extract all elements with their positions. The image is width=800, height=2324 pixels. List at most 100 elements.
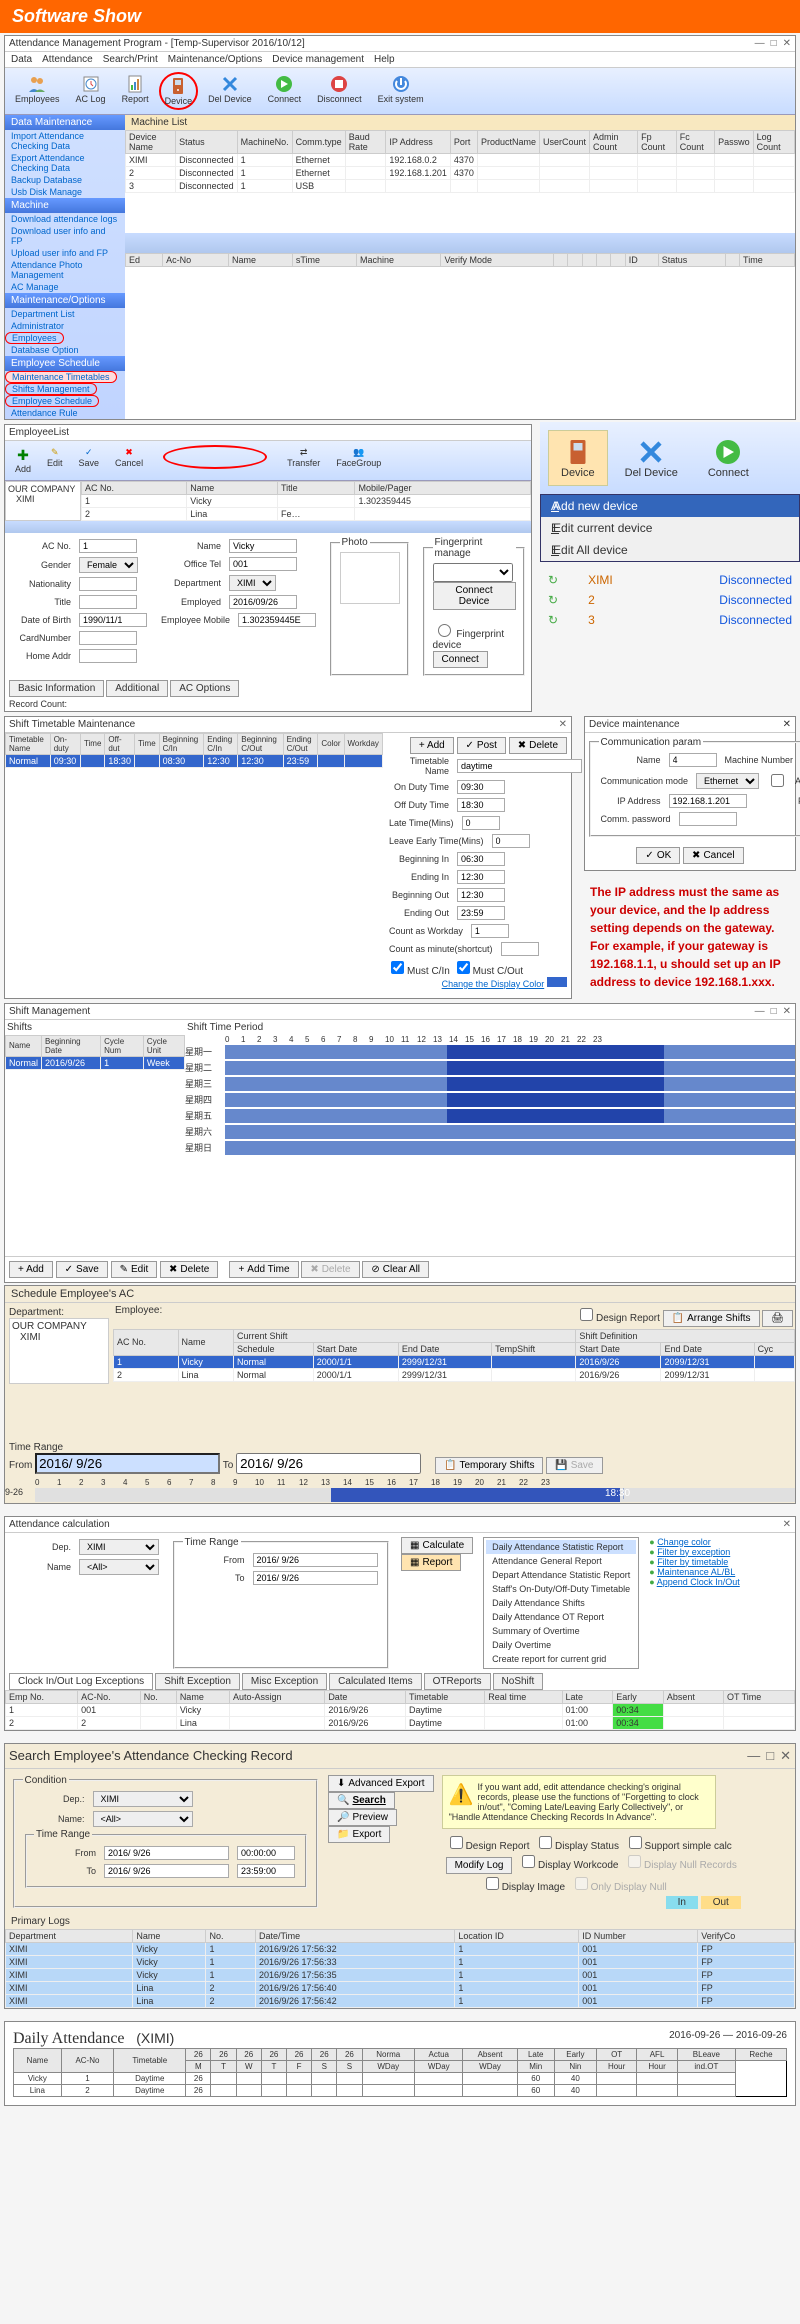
calc-from-input[interactable] — [253, 1553, 378, 1567]
connect-button[interactable]: Connect — [262, 72, 308, 110]
emp-edit-button[interactable]: ✎Edit — [41, 445, 69, 476]
dm-ok-button[interactable]: ✓ OK — [636, 847, 680, 864]
sm-edit-button[interactable]: ✎ Edit — [111, 1261, 158, 1278]
close-icon[interactable]: ✕ — [780, 1748, 791, 1764]
sidebar-admin[interactable]: Administrator — [5, 320, 125, 332]
late-input[interactable] — [462, 816, 500, 830]
sm-clear-button[interactable]: ⊘ Clear All — [362, 1261, 429, 1278]
emp-save-button[interactable]: ✓Save — [73, 445, 106, 476]
big-connect-button[interactable]: Connect — [695, 430, 762, 486]
modify-log-button[interactable]: Modify Log — [446, 1857, 513, 1874]
emp-add-button[interactable]: ✚Add — [9, 445, 37, 476]
s-name-select[interactable]: <All> — [93, 1811, 193, 1827]
gender-select[interactable]: Female — [79, 557, 138, 573]
machine-header[interactable]: Machine — [5, 198, 125, 213]
sidebar-att-rule[interactable]: Attendance Rule — [5, 407, 125, 419]
title-input[interactable] — [79, 595, 137, 609]
sac-to-input[interactable] — [236, 1453, 421, 1474]
temp-shifts-button[interactable]: 📋 Temporary Shifts — [435, 1457, 543, 1474]
fp-select[interactable] — [433, 563, 513, 582]
sidebar-db[interactable]: Database Option — [5, 344, 125, 356]
ot-input[interactable] — [229, 557, 297, 571]
design-check[interactable] — [450, 1836, 463, 1849]
sidebar-dept[interactable]: Department List — [5, 308, 125, 320]
le-input[interactable] — [492, 834, 530, 848]
sidebar-import[interactable]: Import Attendance Checking Data — [5, 130, 125, 152]
dept-select[interactable]: XIMI — [229, 575, 276, 591]
close-icon[interactable]: ✕ — [783, 1006, 791, 1017]
emp-trans-button[interactable]: ⇄Transfer — [281, 445, 326, 476]
device-button[interactable]: Device — [159, 72, 199, 110]
dob-input[interactable] — [79, 613, 147, 627]
close-icon[interactable]: ✕ — [559, 719, 567, 730]
disconnect-button[interactable]: Disconnect — [311, 72, 368, 110]
maximize-icon[interactable]: □ — [771, 38, 777, 49]
dm-name-input[interactable] — [669, 753, 717, 767]
sac-save-button[interactable]: 💾 Save — [546, 1457, 602, 1474]
sm-addtime-button[interactable]: + Add Time — [229, 1261, 298, 1278]
dm-pw-input[interactable] — [679, 812, 737, 826]
stt-add-button[interactable]: + Add — [410, 737, 454, 754]
exit-button[interactable]: Exit system — [372, 72, 430, 110]
close-icon[interactable]: ✕ — [783, 719, 791, 730]
menu-data[interactable]: Data — [11, 54, 32, 65]
cw-input[interactable] — [471, 924, 509, 938]
emp-company[interactable]: OUR COMPANY — [8, 484, 78, 494]
close-icon[interactable]: ✕ — [783, 38, 791, 49]
acno-input[interactable] — [79, 539, 137, 553]
mob-input[interactable] — [238, 613, 316, 627]
report-button[interactable]: ▦ Report — [401, 1554, 461, 1571]
emp-facegroup-button[interactable]: 👥FaceGroup — [330, 445, 387, 476]
calc-name-select[interactable]: <All> — [79, 1559, 159, 1575]
tab-basic[interactable]: Basic Information — [9, 680, 104, 697]
s-from-time[interactable] — [237, 1846, 295, 1860]
sidebar-ac-manage[interactable]: AC Manage — [5, 281, 125, 293]
minimize-icon[interactable]: — — [755, 38, 765, 49]
eo-input[interactable] — [457, 906, 505, 920]
design-check[interactable] — [580, 1308, 593, 1321]
sidebar-download-user[interactable]: Download user info and FP — [5, 225, 125, 247]
sm-save-button[interactable]: ✓ Save — [56, 1261, 108, 1278]
report-button[interactable]: Report — [116, 72, 155, 110]
big-deldevice-button[interactable]: Del Device — [612, 430, 691, 486]
sched-header[interactable]: Employee Schedule — [5, 356, 125, 371]
emp-date-input[interactable] — [229, 595, 297, 609]
add-device-item[interactable]: AAdd new device — [541, 495, 799, 517]
emp-sub[interactable]: XIMI — [16, 494, 78, 504]
s-to-date[interactable] — [104, 1864, 229, 1878]
menu-attendance[interactable]: Attendance — [42, 54, 93, 65]
sidebar-download-logs[interactable]: Download attendance logs — [5, 213, 125, 225]
maximize-icon[interactable]: □ — [766, 1748, 774, 1764]
print-button[interactable]: 🖨 — [762, 1310, 793, 1327]
big-device-button[interactable]: Device — [548, 430, 608, 486]
fp-device-radio[interactable] — [438, 624, 451, 637]
menu-device[interactable]: Device management — [272, 54, 364, 65]
edit-all-item[interactable]: EEdit All device — [541, 539, 799, 561]
sidebar-usb[interactable]: Usb Disk Manage — [5, 186, 125, 198]
sm-del-button[interactable]: ✖ Delete — [160, 1261, 218, 1278]
minimize-icon[interactable]: — — [747, 1748, 760, 1764]
data-maint-header[interactable]: Data Maintenance — [5, 115, 125, 130]
minimize-icon[interactable]: — — [755, 1006, 765, 1017]
change-color-link[interactable]: Change the Display Color — [442, 979, 545, 989]
sidebar-backup[interactable]: Backup Database — [5, 174, 125, 186]
maximize-icon[interactable]: □ — [771, 1006, 777, 1017]
dm-cancel-button[interactable]: ✖ Cancel — [683, 847, 744, 864]
sm-add-button[interactable]: + Add — [9, 1261, 53, 1278]
tab-additional[interactable]: Additional — [106, 680, 168, 697]
cm-input[interactable] — [501, 942, 539, 956]
mcout-check[interactable] — [457, 961, 470, 974]
mcin-check[interactable] — [391, 961, 404, 974]
arrange-button[interactable]: 📋 Arrange Shifts — [663, 1310, 760, 1327]
edit-current-item[interactable]: EEdit current device — [541, 517, 799, 539]
machine-list-tab[interactable]: Machine List — [125, 115, 795, 130]
sidebar-export[interactable]: Export Attendance Checking Data — [5, 152, 125, 174]
deldevice-button[interactable]: Del Device — [202, 72, 258, 110]
close-icon[interactable]: ✕ — [783, 1519, 791, 1530]
export-button[interactable]: 📁 Export — [328, 1826, 390, 1843]
maint-header[interactable]: Maintenance/Options — [5, 293, 125, 308]
stt-del-button[interactable]: ✖ Delete — [509, 737, 567, 754]
sm-deltime-button[interactable]: ✖ Delete — [301, 1261, 359, 1278]
tab-acopt[interactable]: AC Options — [170, 680, 239, 697]
sac-from-input[interactable] — [35, 1453, 220, 1474]
